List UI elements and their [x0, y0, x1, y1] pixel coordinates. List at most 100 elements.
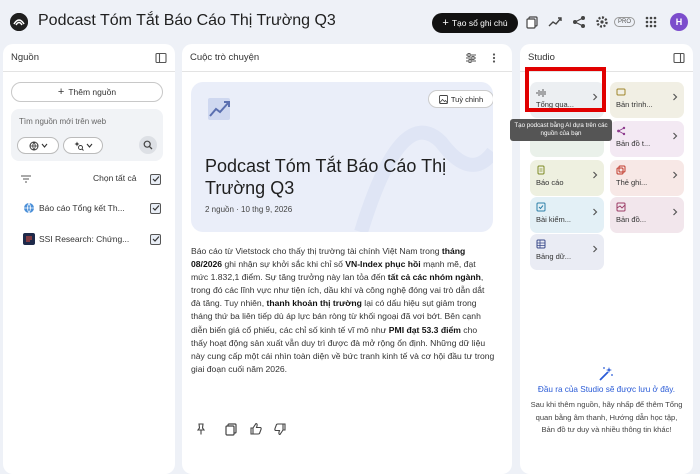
top-bar: Podcast Tóm Tắt Báo Cáo Thị Trường Q3 + … — [0, 0, 700, 44]
collapse-panel-icon[interactable] — [155, 52, 167, 64]
source-checkbox[interactable] — [150, 202, 161, 214]
pin-icon[interactable] — [194, 422, 208, 436]
summary-text: Báo cáo từ Vietstock cho thấy thị trường… — [191, 246, 442, 256]
filter-sort-icon[interactable] — [21, 175, 31, 183]
share-icon[interactable] — [572, 15, 586, 29]
panel-divider — [182, 71, 512, 72]
chevron-right-icon — [592, 208, 598, 216]
studio-tile-data-table[interactable]: Bảng dữ... — [530, 234, 604, 270]
audio-overview-icon — [536, 87, 546, 97]
sources-panel: Nguồn + Thêm nguồn Tìm nguồn mới trên we… — [3, 44, 175, 474]
source-checkbox[interactable] — [150, 233, 161, 245]
panel-divider — [520, 71, 693, 72]
studio-tile-audio-overview[interactable]: Tổng qua... — [530, 82, 604, 118]
chevron-right-icon — [672, 93, 678, 101]
globe-icon — [29, 141, 39, 151]
chevron-right-icon — [672, 171, 678, 179]
web-source-search: Tìm nguồn mới trên web — [11, 109, 163, 161]
magic-wand-icon — [598, 366, 614, 382]
studio-tile-flashcard[interactable]: Thẻ ghi... — [610, 160, 684, 196]
source-item[interactable]: SSI Research: Chứng... — [11, 231, 163, 247]
notebook-logo-icon[interactable] — [10, 13, 28, 31]
studio-tile-presentation[interactable]: Bản trình... — [610, 82, 684, 118]
data-table-icon — [536, 239, 546, 249]
studio-tile-label: Báo cáo — [536, 178, 564, 187]
chevron-down-icon — [41, 142, 48, 149]
studio-tile-label: Bảng dữ... — [536, 252, 572, 261]
quiz-icon — [536, 202, 546, 212]
user-avatar[interactable]: H — [670, 13, 688, 31]
studio-panel-title: Studio — [528, 52, 555, 63]
chevron-down-icon — [86, 142, 93, 149]
pro-badge: PRO — [614, 17, 636, 27]
collapse-panel-icon[interactable] — [673, 52, 685, 64]
summary-text: ghi nhận sự khởi sắc khi chỉ số — [222, 259, 346, 270]
presentation-icon — [616, 87, 626, 97]
studio-tile-label: Bản đồ... — [616, 215, 647, 224]
chevron-right-icon — [592, 93, 598, 101]
studio-panel: Studio Tổng qua... Bản trình... Bản đồ t..… — [520, 44, 693, 474]
select-all-row: Chọn tất cả — [11, 171, 163, 187]
chevron-right-icon — [592, 171, 598, 179]
notebook-title[interactable]: Podcast Tóm Tắt Báo Cáo Thị Trường Q3 — [38, 12, 336, 30]
infographic-icon — [616, 202, 626, 212]
notebook-summary: Báo cáo từ Vietstock cho thấy thị trường… — [191, 245, 495, 376]
plus-icon: + — [57, 86, 65, 98]
source-item[interactable]: Báo cáo Tổng kết Th... — [11, 200, 163, 216]
notebook-card-meta: 2 nguồn · 10 thg 9, 2026 — [205, 205, 293, 214]
customize-label: Tuỳ chỉnh — [450, 94, 484, 104]
add-source-label: Thêm nguồn — [68, 87, 117, 97]
studio-tile-label: Tổng qua... — [536, 100, 574, 109]
analytics-icon[interactable] — [548, 15, 562, 29]
report-icon — [536, 165, 546, 175]
globe-icon — [23, 202, 35, 214]
studio-tile-label: Thẻ ghi... — [616, 178, 648, 187]
select-all-label: Chọn tất cả — [93, 173, 137, 183]
thumbs-up-icon[interactable] — [249, 422, 263, 436]
studio-tile-infographic[interactable]: Bản đồ... — [610, 197, 684, 233]
copy-icon[interactable] — [525, 15, 539, 29]
studio-tile-mind-map[interactable]: Bản đồ t... — [610, 121, 684, 157]
create-notebook-button[interactable]: + Tạo sổ ghi chú — [432, 13, 518, 33]
source-item-label: Báo cáo Tổng kết Th... — [39, 203, 125, 213]
select-all-checkbox[interactable] — [150, 173, 161, 185]
chevron-right-icon — [672, 208, 678, 216]
add-source-button[interactable]: + Thêm nguồn — [11, 82, 163, 102]
notebook-card-title: Podcast Tóm Tắt Báo Cáo Thị Trường Q3 — [205, 156, 447, 198]
source-item-label: SSI Research: Chứng... — [39, 234, 130, 244]
customize-button[interactable]: Tuỳ chỉnh — [428, 90, 493, 108]
chevron-right-icon — [672, 132, 678, 140]
more-vert-icon[interactable] — [488, 52, 500, 64]
copy-icon[interactable] — [224, 422, 238, 436]
summary-highlight: VN-Index phục hồi — [345, 259, 421, 270]
flashcard-icon — [616, 165, 626, 175]
research-mode-dropdown[interactable] — [63, 137, 103, 154]
sparkle-search-icon — [74, 141, 84, 151]
apps-grid-icon[interactable] — [644, 15, 658, 29]
web-search-input[interactable]: Tìm nguồn mới trên web — [19, 117, 106, 126]
chat-panel: Cuộc trò chuyện Tuỳ chỉnh Podcast Tóm Tắ… — [182, 44, 512, 474]
tune-settings-icon[interactable] — [465, 52, 477, 64]
chevron-right-icon — [592, 245, 598, 253]
summary-highlight: thanh khoản thị trường — [266, 298, 362, 309]
studio-tile-label: Bản đồ t... — [616, 139, 651, 148]
studio-tile-label: Bản trình... — [616, 100, 653, 109]
audio-overview-tooltip: Tạo podcast bằng AI dựa trên các nguồn c… — [510, 119, 612, 141]
document-icon — [23, 233, 35, 245]
studio-tile-report[interactable]: Báo cáo — [530, 160, 604, 196]
image-icon — [438, 94, 448, 104]
web-source-dropdown[interactable] — [17, 137, 59, 154]
studio-empty-description: Sau khi thêm nguồn, hãy nhấp để thêm Tổn… — [530, 400, 683, 435]
settings-gear-icon[interactable] — [595, 15, 609, 29]
sources-panel-title: Nguồn — [11, 52, 39, 63]
create-notebook-label: Tạo sổ ghi chú — [451, 18, 508, 28]
search-submit-button[interactable] — [139, 136, 157, 154]
search-icon — [143, 140, 153, 150]
studio-tile-quiz[interactable]: Bài kiểm... — [530, 197, 604, 233]
studio-empty-title: Đầu ra của Studio sẽ được lưu ở đây. — [537, 385, 676, 394]
chat-panel-title: Cuộc trò chuyện — [190, 52, 260, 63]
studio-tile-label: Bài kiểm... — [536, 215, 572, 224]
thumbs-down-icon[interactable] — [273, 422, 287, 436]
trend-chart-icon — [205, 94, 235, 124]
summary-highlight: PMI đạt 53.3 điểm — [388, 324, 461, 335]
